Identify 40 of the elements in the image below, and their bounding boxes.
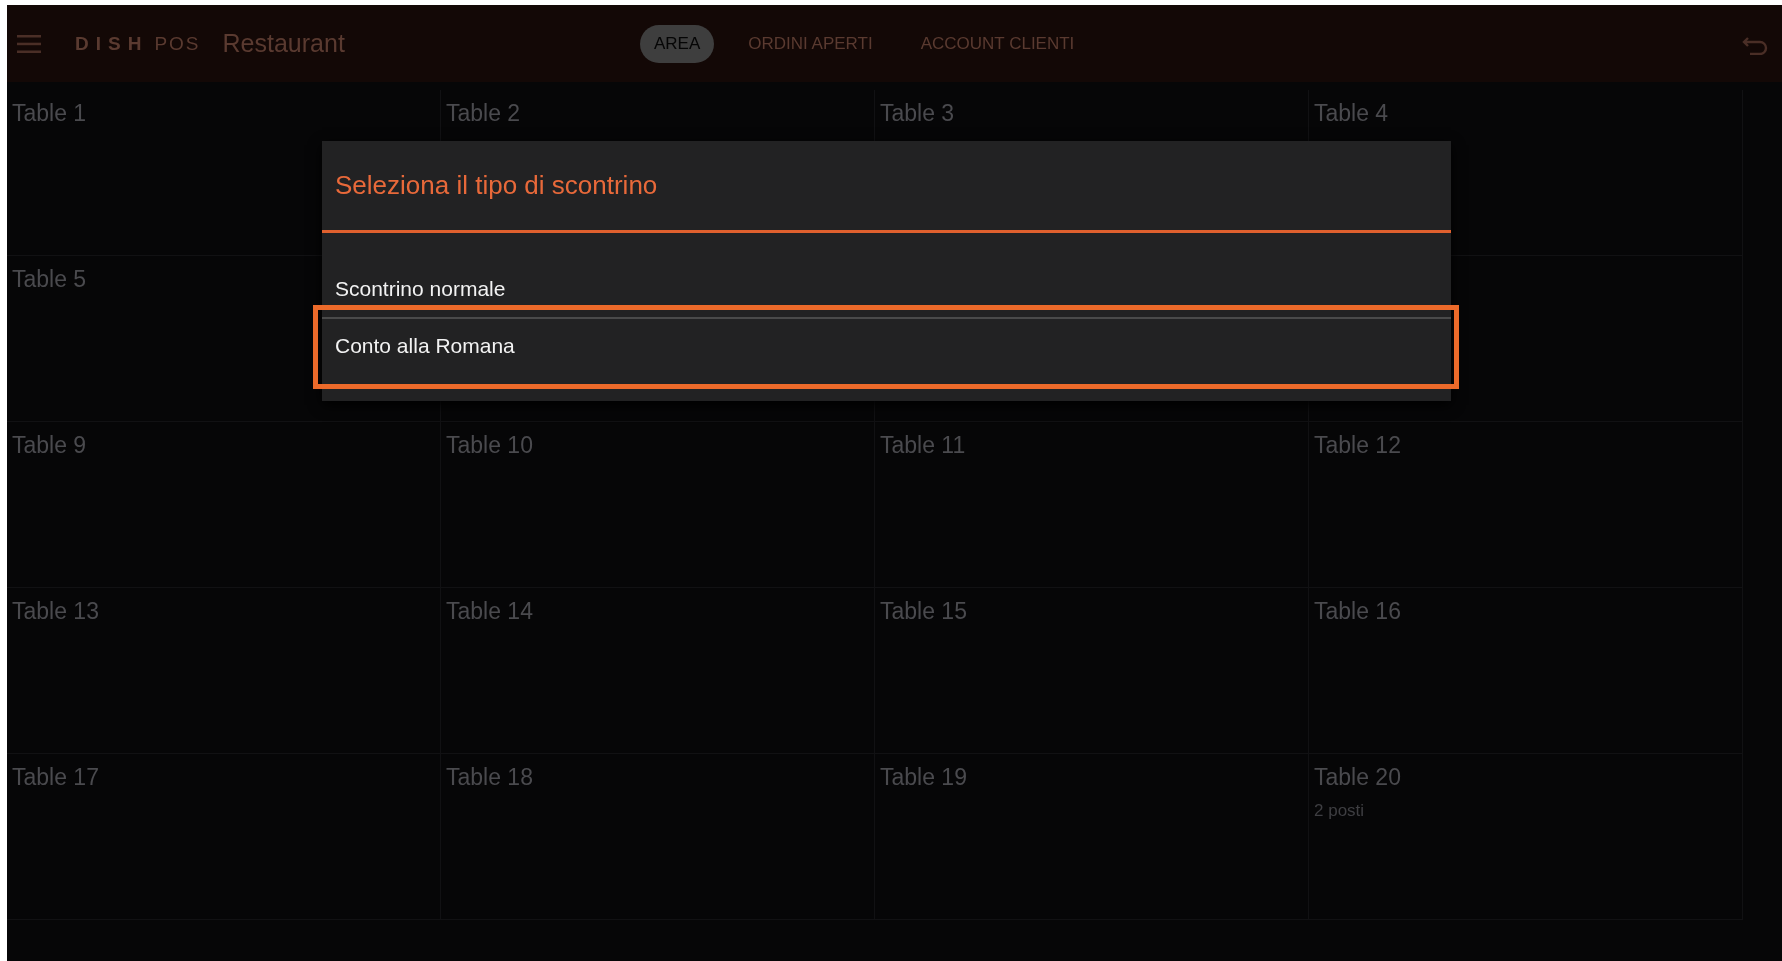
table-tile[interactable]: Table 12 [1309,422,1743,588]
area-title: Restaurant [222,29,345,58]
table-name: Table 16 [1314,598,1401,625]
table-name: Table 12 [1314,432,1401,459]
table-tile[interactable]: Table 9 [7,422,441,588]
area-tab[interactable]: ORDINI APERTI [734,25,887,63]
area-tab[interactable]: AREA [640,25,715,63]
receipt-option[interactable]: Conto alla Romana [322,317,1451,373]
table-tile[interactable]: Table 15 [875,588,1309,754]
table-name: Table 9 [12,432,87,459]
table-name: Table 15 [880,598,967,625]
table-tile[interactable]: Table 13 [7,588,441,754]
menu-icon[interactable] [17,34,41,53]
table-name: Table 18 [446,764,533,791]
table-name: Table 1 [12,100,87,127]
table-name: Table 20 [1314,764,1401,791]
table-tile[interactable]: Table 11 [875,422,1309,588]
table-name: Table 14 [446,598,533,625]
return-icon[interactable] [1742,35,1768,55]
table-tile[interactable]: Table 10 [441,422,875,588]
table-name: Table 13 [12,598,99,625]
table-name: Table 3 [880,100,955,127]
product-name: POS [154,32,201,55]
table-tile[interactable]: Table 17 [7,754,441,920]
table-tile[interactable]: Table 19 [875,754,1309,920]
area-tab[interactable]: ACCOUNT CLIENTI [906,25,1089,63]
brand-logo: DISH [75,32,149,55]
table-name: Table 19 [880,764,967,791]
table-tile[interactable]: Table 18 [441,754,875,920]
table-tile[interactable]: Table 20 2 posti [1309,754,1743,920]
table-name: Table 11 [880,432,966,459]
dialog-title: Seleziona il tipo di scontrino [322,141,1451,233]
table-name: Table 10 [446,432,533,459]
table-name: Table 2 [446,100,521,127]
table-tile[interactable]: Table 14 [441,588,875,754]
table-name: Table 4 [1314,100,1389,127]
table-name: Table 5 [12,266,87,293]
seat-count: 2 posti [1314,801,1365,821]
table-tile[interactable]: Table 16 [1309,588,1743,754]
table-name: Table 17 [12,764,99,791]
